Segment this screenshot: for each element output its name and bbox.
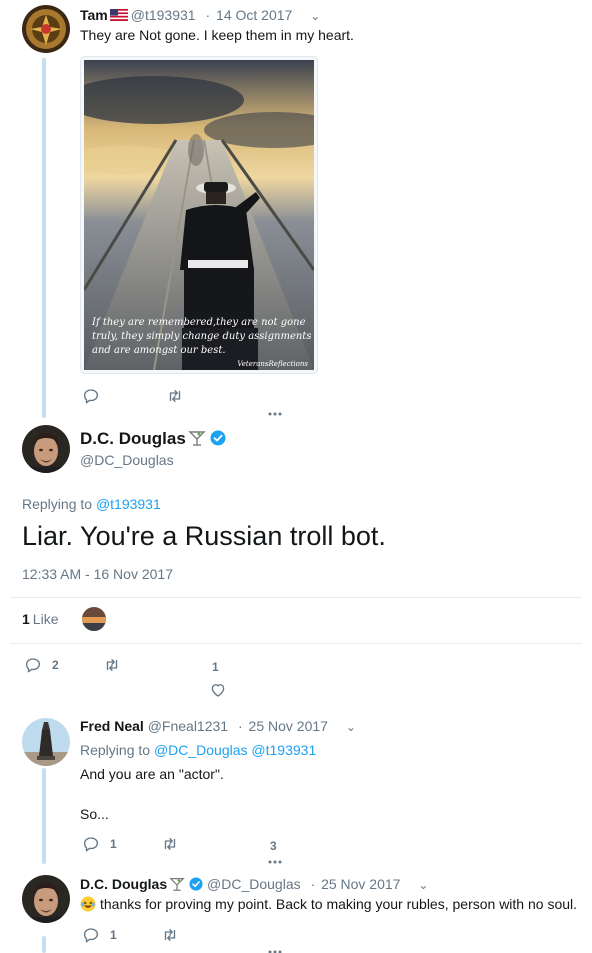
tweet-text-body: thanks for proving my point. Back to mak… [100,896,578,912]
chevron-down-icon[interactable]: ⌄ [418,876,428,894]
author-name[interactable]: Fred Neal [80,718,144,734]
tweet-actions: 1 [82,834,179,854]
reply-mention[interactable]: @t193931 [96,496,161,512]
liker-avatar[interactable] [82,607,106,631]
reply-button[interactable]: 1 [82,926,117,944]
divider [10,597,582,598]
us-flag-icon [109,9,128,21]
verified-badge-icon [189,877,203,891]
heart-icon [211,684,225,697]
retweet-icon [106,659,117,671]
laughing-emoji [80,896,96,912]
retweet-icon [164,929,175,941]
cocktail-icon [188,431,206,446]
retweet-icon [169,390,181,402]
author-handle[interactable]: @DC_Douglas [207,876,301,892]
separator: · [310,876,316,892]
reply-mention[interactable]: @t193931 [251,742,316,758]
retweet-button[interactable] [166,387,184,405]
reply-icon [83,837,99,852]
author-name[interactable]: D.C. Douglas [80,876,167,892]
retweet-icon [164,838,175,850]
avatar[interactable] [22,5,70,53]
memorial-image: If they are remembered,they are not gone… [84,60,314,370]
replying-to-label: Replying to [22,496,93,512]
tweet-actions [82,386,184,406]
image-credit: VeteransReflections [237,360,308,368]
reply-button[interactable]: 2 [24,656,59,674]
tweet-photo[interactable]: If they are remembered,they are not gone… [80,56,318,374]
avatar[interactable] [22,875,70,923]
tweet-date[interactable]: 14 Oct 2017 [216,7,292,23]
reply-button[interactable] [82,387,110,405]
tweet-timestamp[interactable]: 12:33 AM - 16 Nov 2017 [22,566,173,582]
more-icon[interactable] [268,860,282,864]
retweet-button[interactable] [103,656,121,674]
verified-badge-icon [210,430,226,446]
retweet-button[interactable] [161,926,179,944]
thread-line [42,936,46,953]
reply-count: 1 [110,837,117,851]
image-caption: If they are remembered,they are not gone… [92,317,312,356]
thread-line [42,768,46,864]
author-handle[interactable]: @Fneal1231 [148,718,228,734]
replying-to-label: Replying to [80,742,151,758]
reply-count: 2 [52,658,59,672]
tweet-header: D.C. Douglas @DC_Douglas · 25 Nov 2017 ⌄ [80,875,428,894]
likes-summary[interactable]: 1 Like [22,611,58,627]
tweet-actions: 1 [82,925,179,945]
chevron-down-icon[interactable]: ⌄ [310,7,320,25]
tweet-text: thanks for proving my point. Back to mak… [80,894,577,914]
divider [10,643,582,644]
like-count: 3 [270,839,277,853]
replying-to: Replying to @DC_Douglas @t193931 [80,741,316,759]
tweet-text: Liar. You're a Russian troll bot. [22,521,386,551]
tweet-actions: 2 [24,655,121,675]
like-count: 1 [212,660,219,674]
tweet-header: Fred Neal @Fneal1231 · 25 Nov 2017 ⌄ [80,717,356,736]
reply-icon [83,928,99,943]
author-name[interactable]: Tam [80,7,108,23]
chevron-down-icon[interactable]: ⌄ [346,718,356,736]
cocktail-icon [169,878,185,891]
tweet-text: They are Not gone. I keep them in my hea… [80,27,354,43]
like-label: Like [32,611,59,627]
more-icon[interactable] [268,412,282,416]
separator: · [205,7,211,23]
reply-icon [83,389,99,404]
tweet-header: Tam @t193931 · 14 Oct 2017 ⌄ [80,6,320,25]
reply-icon [25,658,41,673]
author-name[interactable]: D.C. Douglas [80,429,186,448]
tweet-date[interactable]: 25 Nov 2017 [321,876,400,892]
like-total: 1 [22,611,30,627]
thread-line [42,58,46,418]
reply-mention[interactable]: @DC_Douglas [154,742,248,758]
like-button[interactable] [209,681,227,699]
tweet-text: And you are an "actor". [80,766,224,782]
tweet-header: D.C. Douglas [80,428,226,450]
separator: · [237,718,243,734]
tweet-date[interactable]: 25 Nov 2017 [249,718,328,734]
avatar[interactable] [22,718,70,766]
author-handle[interactable]: @DC_Douglas [80,451,174,469]
author-handle[interactable]: @t193931 [131,7,196,23]
reply-button[interactable]: 1 [82,835,117,853]
tweet-text: So... [80,806,109,822]
avatar[interactable] [22,425,70,473]
retweet-button[interactable] [161,835,179,853]
replying-to: Replying to @t193931 [22,495,161,513]
reply-count: 1 [110,928,117,942]
